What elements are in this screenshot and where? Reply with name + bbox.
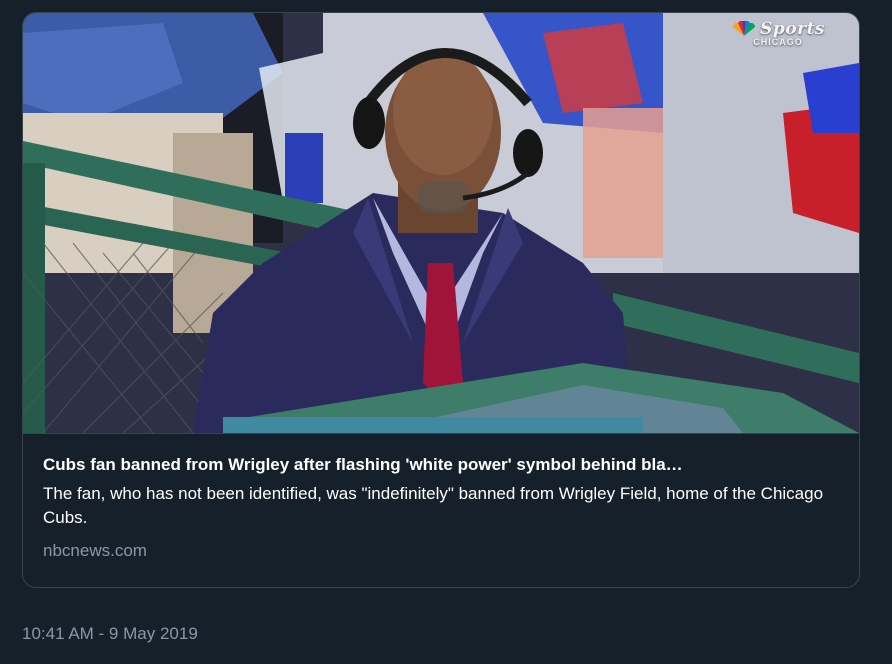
card-domain[interactable]: nbcnews.com xyxy=(43,541,839,561)
link-preview-card[interactable]: Sports CHICAGO Cubs fan banned from Wrig… xyxy=(22,12,860,588)
tweet-timestamp[interactable]: 10:41 AM - 9 May 2019 xyxy=(22,624,198,644)
broadcast-scene-image xyxy=(23,13,859,433)
card-text-block[interactable]: Cubs fan banned from Wrigley after flash… xyxy=(23,433,859,561)
peacock-icon xyxy=(733,21,756,36)
card-description: The fan, who has not been identified, wa… xyxy=(43,484,824,527)
logo-brand-text: Sports xyxy=(760,19,825,39)
card-image[interactable]: Sports CHICAGO xyxy=(23,13,859,433)
nbc-sports-chicago-logo: Sports CHICAGO xyxy=(731,19,825,47)
logo-city-text: CHICAGO xyxy=(753,37,803,47)
card-title[interactable]: Cubs fan banned from Wrigley after flash… xyxy=(43,454,839,476)
